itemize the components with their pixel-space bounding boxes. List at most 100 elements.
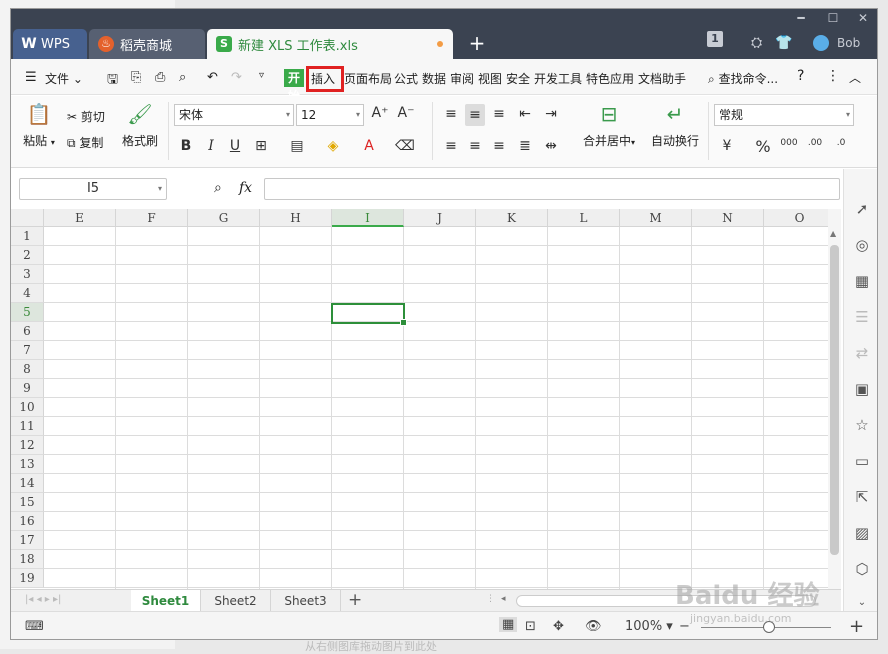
new-tab-button[interactable]: + (467, 31, 487, 55)
decrease-decimal-icon[interactable]: .0 (831, 138, 851, 148)
menu-data[interactable]: 数据 (422, 70, 446, 87)
cell-area[interactable] (44, 227, 834, 589)
vertical-scroll-thumb[interactable] (830, 245, 839, 555)
increase-indent-icon[interactable]: ⇥ (541, 106, 561, 122)
print-preview-icon[interactable]: ⌕ (179, 70, 186, 85)
number-format-select[interactable]: 常规 ▾ (714, 104, 854, 126)
menu-review[interactable]: 审阅 (450, 70, 474, 87)
row-header[interactable]: 16 (11, 512, 44, 531)
row-header[interactable]: 13 (11, 455, 44, 474)
cut-button[interactable]: ✂ 剪切 (67, 108, 105, 125)
page-break-view-icon[interactable]: ⊡ (525, 619, 536, 634)
formula-input[interactable] (264, 178, 840, 200)
row-header[interactable]: 17 (11, 531, 44, 550)
decrease-font-icon[interactable]: A⁻ (396, 105, 416, 121)
row-header[interactable]: 11 (11, 417, 44, 436)
sheet-tab[interactable]: Sheet1 (131, 590, 201, 612)
image-icon[interactable]: ▨ (852, 523, 872, 543)
menu-view[interactable]: 视图 (478, 70, 502, 87)
sheet-tab[interactable]: Sheet3 (271, 590, 341, 612)
tab-wps[interactable]: W WPS (13, 29, 87, 59)
menu-start[interactable]: 开始 (284, 69, 304, 103)
increase-decimal-icon[interactable]: .00 (805, 138, 825, 148)
vertical-scrollbar[interactable]: ▲ (828, 209, 841, 589)
table-icon[interactable]: ▦ (852, 271, 872, 291)
column-header[interactable]: G (188, 209, 260, 227)
row-header[interactable]: 18 (11, 550, 44, 569)
row-header[interactable]: 4 (11, 284, 44, 303)
column-header[interactable]: O (764, 209, 836, 227)
column-header[interactable]: I (332, 209, 404, 227)
row-header[interactable]: 12 (11, 436, 44, 455)
normal-view-icon[interactable]: ▦ (499, 617, 518, 632)
font-color-icon[interactable]: A (359, 138, 379, 154)
zoom-in-icon[interactable]: + (849, 616, 864, 637)
column-header[interactable]: J (404, 209, 476, 227)
window-count-badge[interactable]: 1 (707, 31, 723, 47)
font-name-select[interactable]: 宋体 ▾ (174, 104, 294, 126)
row-header[interactable]: 3 (11, 265, 44, 284)
macro-icon[interactable]: ⌨ (25, 619, 44, 634)
sheet-nav-icon[interactable]: |◂ ◂ ▸ ▸| (25, 594, 61, 605)
row-header[interactable]: 19 (11, 569, 44, 588)
menu-special[interactable]: 特色应用 (586, 70, 634, 87)
currency-icon[interactable]: ¥ (717, 138, 737, 154)
undo-icon[interactable]: ↶ (207, 70, 218, 85)
row-header[interactable]: 15 (11, 493, 44, 512)
merge-center-button[interactable]: ⊟ 合并居中▾ (577, 102, 641, 149)
scroll-up-icon[interactable]: ▲ (830, 229, 836, 238)
add-sheet-button[interactable]: + (348, 590, 362, 610)
help-icon[interactable]: ? (797, 68, 804, 84)
save-icon[interactable]: 🖫 (107, 70, 118, 92)
align-center-icon[interactable]: ≡ (465, 138, 485, 154)
column-header[interactable]: E (44, 209, 116, 227)
row-header[interactable]: 7 (11, 341, 44, 360)
column-header[interactable]: H (260, 209, 332, 227)
bold-button[interactable]: B (176, 138, 196, 154)
column-header[interactable]: F (116, 209, 188, 227)
decrease-indent-icon[interactable]: ⇤ (515, 106, 535, 122)
archive-icon[interactable]: ▭ (852, 451, 872, 471)
row-header[interactable]: 5 (11, 303, 44, 322)
format-painter-button[interactable]: 🖌 格式刷 (119, 102, 161, 149)
menu-developer[interactable]: 开发工具 (534, 70, 582, 87)
backup-icon[interactable]: ⬡ (852, 559, 872, 579)
minimize-icon[interactable]: ━ (791, 11, 811, 25)
cell-fill-icon[interactable]: ▤ (287, 138, 307, 154)
command-search[interactable]: ⌕ 查找命令... (708, 70, 778, 87)
hamburger-icon[interactable]: ☰ (25, 70, 37, 85)
align-top-icon[interactable]: ≡ (441, 106, 461, 122)
reading-mode-icon[interactable]: 👁 (585, 619, 602, 634)
pointer-icon[interactable]: ➚ (852, 199, 872, 219)
skin-icon[interactable]: 👕 (775, 31, 792, 55)
scroll-left-icon[interactable]: ◂ (501, 594, 506, 604)
print-icon[interactable]: ⎙ (155, 70, 165, 85)
more-icon[interactable]: ⋮ (826, 68, 840, 84)
paste-button[interactable]: 📋 粘贴 ▾ (19, 102, 59, 149)
highlight-color-icon[interactable]: ◈ (323, 138, 343, 154)
row-header[interactable]: 10 (11, 398, 44, 417)
align-bottom-icon[interactable]: ≡ (489, 106, 509, 122)
border-icon[interactable]: ⊞ (251, 138, 271, 154)
zoom-out-icon[interactable]: − (679, 619, 690, 634)
tab-workbook[interactable]: S 新建 XLS 工作表.xls (207, 29, 453, 59)
splitter-icon[interactable]: ⋮ (486, 594, 495, 604)
redo-icon[interactable]: ↷ (231, 70, 242, 85)
active-cell[interactable] (331, 303, 407, 326)
tab-docer[interactable]: ♨ 稻壳商城 (89, 29, 205, 59)
zoom-level[interactable]: 100% ▾ (625, 619, 673, 634)
star-icon[interactable]: ☆ (852, 415, 872, 435)
collapse-ribbon-icon[interactable]: ︿ (849, 69, 861, 86)
percent-button[interactable]: % (753, 137, 773, 156)
panel-expand-icon[interactable]: ⌄ (852, 593, 872, 613)
select-all-corner[interactable] (11, 209, 44, 227)
transfer-icon[interactable]: ⇄ (852, 343, 872, 363)
row-header[interactable]: 9 (11, 379, 44, 398)
zoom-search-icon[interactable]: ⌕ (214, 180, 222, 196)
column-header[interactable]: L (548, 209, 620, 227)
column-header[interactable]: M (620, 209, 692, 227)
thousands-separator-icon[interactable]: 000 (779, 138, 799, 148)
distribute-icon[interactable]: ⇹ (541, 138, 561, 154)
menu-formula[interactable]: 公式 (394, 70, 418, 87)
function-button[interactable]: fx (239, 180, 252, 196)
